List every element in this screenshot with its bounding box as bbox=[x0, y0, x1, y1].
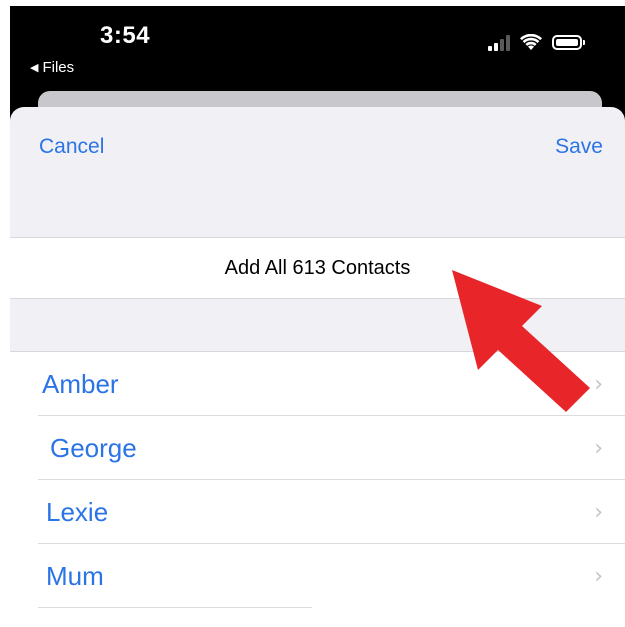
contact-row-george[interactable]: George › bbox=[10, 416, 625, 480]
chevron-right-icon: › bbox=[594, 371, 603, 397]
phone-screen: 3:54 ◀ Files Cancel Save Add All 613 Con… bbox=[10, 6, 625, 627]
back-triangle-icon: ◀ bbox=[30, 62, 39, 74]
cellular-signal-icon bbox=[488, 34, 510, 51]
contact-list: Amber › George › Lexie › Mum › bbox=[10, 351, 625, 627]
status-time: 3:54 bbox=[100, 22, 151, 49]
cancel-button[interactable]: Cancel bbox=[39, 135, 104, 159]
battery-icon bbox=[552, 35, 585, 50]
back-app-label: Files bbox=[42, 59, 75, 76]
row-divider bbox=[38, 607, 312, 608]
save-button[interactable]: Save bbox=[555, 135, 603, 159]
contact-row-lexie[interactable]: Lexie › bbox=[10, 480, 625, 544]
back-to-files-link[interactable]: ◀ Files bbox=[30, 59, 74, 76]
chevron-right-icon: › bbox=[594, 499, 603, 525]
contact-name: Lexie bbox=[46, 496, 109, 527]
chevron-right-icon: › bbox=[594, 563, 603, 589]
wifi-icon bbox=[520, 34, 542, 50]
chevron-right-icon: › bbox=[594, 435, 603, 461]
status-icons bbox=[488, 34, 585, 51]
contact-name: George bbox=[50, 432, 137, 463]
contact-row-amber[interactable]: Amber › bbox=[10, 352, 625, 416]
add-all-contacts-label: Add All 613 Contacts bbox=[224, 256, 411, 279]
add-all-contacts-button[interactable]: Add All 613 Contacts bbox=[10, 237, 625, 299]
contacts-sheet: Cancel Save Add All 613 Contacts Amber ›… bbox=[10, 107, 625, 627]
contact-row-mum[interactable]: Mum › bbox=[10, 544, 625, 608]
contact-name: Amber bbox=[42, 368, 119, 399]
contact-name: Mum bbox=[46, 560, 104, 591]
